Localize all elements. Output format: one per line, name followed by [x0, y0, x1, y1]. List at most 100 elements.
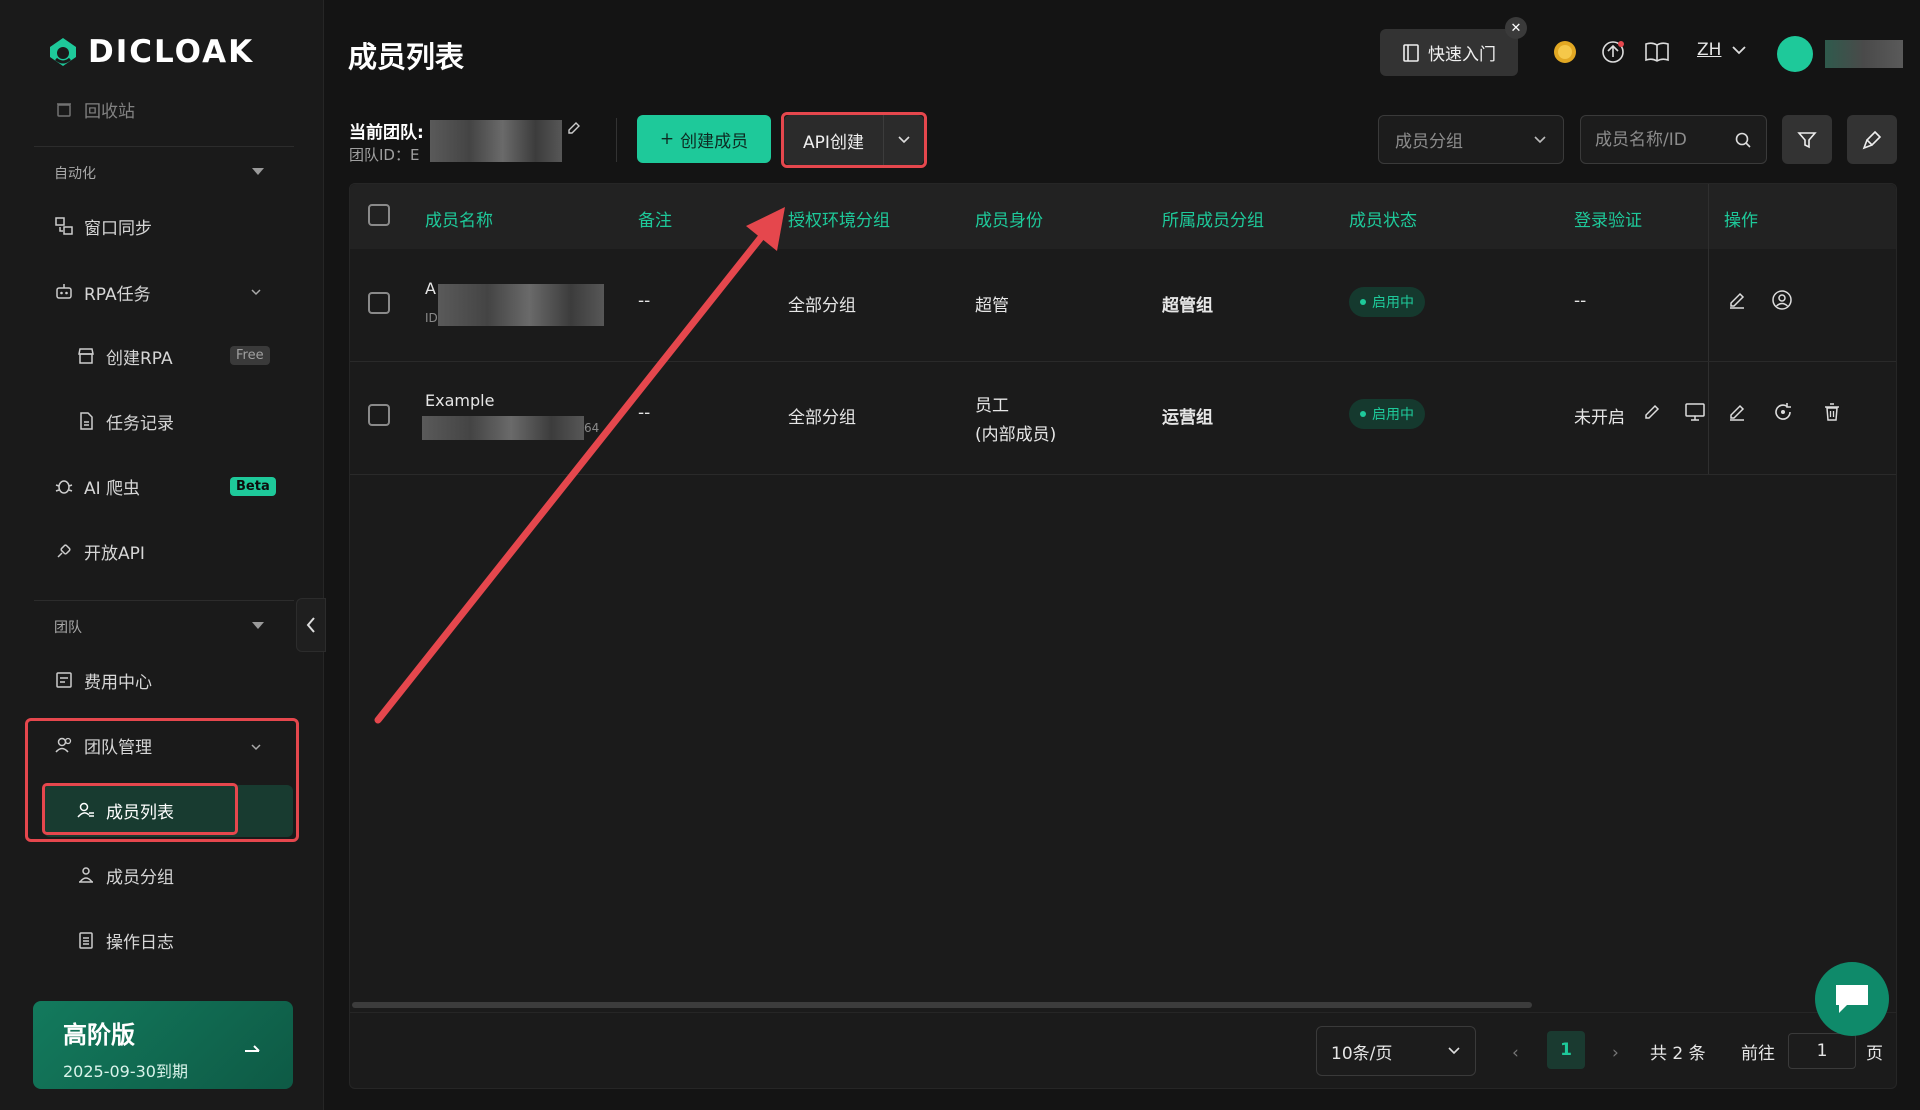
arrow-right-icon — [245, 1045, 260, 1052]
sidebar-item-member-group[interactable]: 成员分组 — [76, 860, 174, 890]
page-number-current[interactable]: 1 — [1547, 1031, 1585, 1069]
section-automation: 自动化 — [54, 166, 96, 182]
window-sync-icon — [54, 216, 74, 236]
free-badge: Free — [230, 346, 270, 365]
brush-icon — [1862, 130, 1882, 149]
filter-icon — [1797, 131, 1817, 148]
sidebar-item-label: 费用中心 — [84, 672, 152, 693]
column-header[interactable]: 操作 — [1724, 206, 1758, 231]
create-member-button[interactable]: + 创建成员 — [637, 115, 771, 163]
member-search[interactable] — [1580, 115, 1767, 164]
member-group-select-value: 成员分组 — [1395, 132, 1463, 152]
bug-icon — [54, 476, 74, 496]
quick-start-button[interactable]: 快速入门 — [1380, 29, 1518, 76]
edit-verify-icon[interactable] — [1640, 400, 1664, 424]
row-checkbox[interactable] — [368, 404, 390, 426]
logo[interactable]: DICLOAK — [46, 34, 254, 70]
clear-button[interactable] — [1847, 115, 1897, 164]
chat-button[interactable] — [1815, 962, 1889, 1036]
team-id-label: 团队ID：E — [349, 146, 420, 164]
search-icon[interactable] — [1734, 131, 1752, 149]
quick-start-close-icon[interactable]: ✕ — [1505, 17, 1527, 39]
member-group-select[interactable]: 成员分组 — [1378, 115, 1564, 164]
filter-button[interactable] — [1782, 115, 1832, 164]
member-search-input[interactable] — [1595, 129, 1734, 150]
login-verify: -- — [1574, 291, 1587, 311]
sidebar-item-label: AI 爬虫 — [84, 478, 141, 499]
user-profile-icon[interactable] — [1770, 288, 1794, 312]
member-name-redacted — [438, 284, 604, 326]
member-id-redacted — [422, 416, 584, 440]
column-header[interactable]: 成员名称 — [425, 206, 493, 231]
member-role: 员工 — [975, 396, 1009, 416]
docs-icon[interactable] — [1643, 38, 1671, 66]
upload-icon[interactable] — [1599, 38, 1627, 66]
total-count: 共 2 条 — [1650, 1044, 1706, 1064]
edit-icon[interactable] — [1725, 400, 1749, 424]
next-page-button[interactable]: › — [1612, 1043, 1619, 1063]
sidebar-item-window-sync[interactable]: 窗口同步 — [54, 211, 152, 241]
table-header: 成员名称 备注 授权环境分组 成员身份 所属成员分组 成员状态 登录验证 操作 — [350, 184, 1896, 249]
select-all-checkbox[interactable] — [368, 204, 390, 226]
row-checkbox[interactable] — [368, 292, 390, 314]
edit-icon[interactable] — [566, 120, 582, 136]
sidebar-collapse-button[interactable] — [296, 598, 326, 652]
create-member-label: 创建成员 — [680, 131, 749, 152]
row-divider — [350, 474, 1896, 475]
member-table: 成员名称 备注 授权环境分组 成员身份 所属成员分组 成员状态 登录验证 操作 … — [349, 183, 1897, 1089]
user-name-redacted[interactable] — [1825, 40, 1903, 68]
status-dot — [1360, 299, 1366, 305]
status-badge: 启用中 — [1349, 287, 1425, 317]
chevron-down-icon[interactable] — [250, 286, 262, 298]
sidebar-item-rpa[interactable]: RPA任务 — [54, 277, 151, 307]
logo-text: DICLOAK — [88, 34, 255, 70]
page-title: 成员列表 — [348, 40, 465, 74]
column-header[interactable]: 备注 — [638, 206, 672, 231]
sidebar-item-billing[interactable]: 费用中心 — [54, 665, 152, 695]
avatar[interactable] — [1777, 36, 1813, 72]
language-switcher[interactable]: ZH — [1697, 40, 1747, 60]
section-collapse-icon[interactable] — [252, 622, 264, 629]
column-header[interactable]: 所属成员分组 — [1162, 206, 1264, 231]
monitor-icon[interactable] — [1683, 400, 1707, 424]
remark: -- — [638, 403, 651, 423]
edit-icon[interactable] — [1725, 288, 1749, 312]
remark: -- — [638, 291, 651, 311]
column-header[interactable]: 授权环境分组 — [788, 206, 890, 231]
highlight-box-member-list — [42, 783, 238, 835]
prev-page-button[interactable]: ‹ — [1512, 1043, 1519, 1063]
login-verify: 未开启 — [1574, 408, 1625, 428]
section-collapse-icon[interactable] — [252, 168, 264, 175]
sidebar-item-recycle[interactable]: 回收站 — [54, 94, 135, 124]
member-name: A — [425, 279, 436, 298]
column-header[interactable]: 成员身份 — [975, 206, 1043, 231]
page-size-select[interactable]: 10条/页 — [1316, 1026, 1476, 1076]
column-header[interactable]: 登录验证 — [1574, 206, 1642, 231]
goto-page-input[interactable] — [1788, 1033, 1856, 1069]
column-divider — [1708, 184, 1709, 474]
sidebar-item-label: 开放API — [84, 543, 145, 564]
sidebar-item-open-api[interactable]: 开放API — [54, 536, 145, 566]
book-icon — [1403, 43, 1419, 62]
clipboard-icon — [76, 930, 96, 950]
page-size-value: 10条/页 — [1331, 1043, 1393, 1064]
sidebar-item-create-rpa[interactable]: 创建RPA — [76, 341, 173, 371]
coin-icon[interactable] — [1551, 38, 1579, 66]
footer-divider — [350, 1012, 1896, 1013]
member-role: 超管 — [975, 296, 1009, 316]
member-id-label: ID — [425, 311, 438, 325]
status-label: 启用中 — [1372, 295, 1414, 311]
chevron-down-icon — [1534, 135, 1546, 143]
sidebar-item-operation-log[interactable]: 操作日志 — [76, 925, 174, 955]
horizontal-scrollbar[interactable] — [352, 1002, 1532, 1008]
sidebar-item-label: 任务记录 — [106, 413, 174, 434]
column-header[interactable]: 成员状态 — [1349, 206, 1417, 231]
status-label: 启用中 — [1372, 407, 1414, 423]
trash-icon[interactable] — [1820, 400, 1844, 424]
plan-card[interactable]: 高阶版 2025-09-30到期 — [33, 1001, 293, 1089]
highlight-box-api-create — [781, 112, 927, 168]
logo-mark-icon — [50, 38, 76, 66]
sidebar-item-ai-crawler[interactable]: AI 爬虫 — [54, 471, 140, 501]
sidebar-item-task-record[interactable]: 任务记录 — [76, 406, 174, 436]
reset-icon[interactable] — [1771, 400, 1795, 424]
